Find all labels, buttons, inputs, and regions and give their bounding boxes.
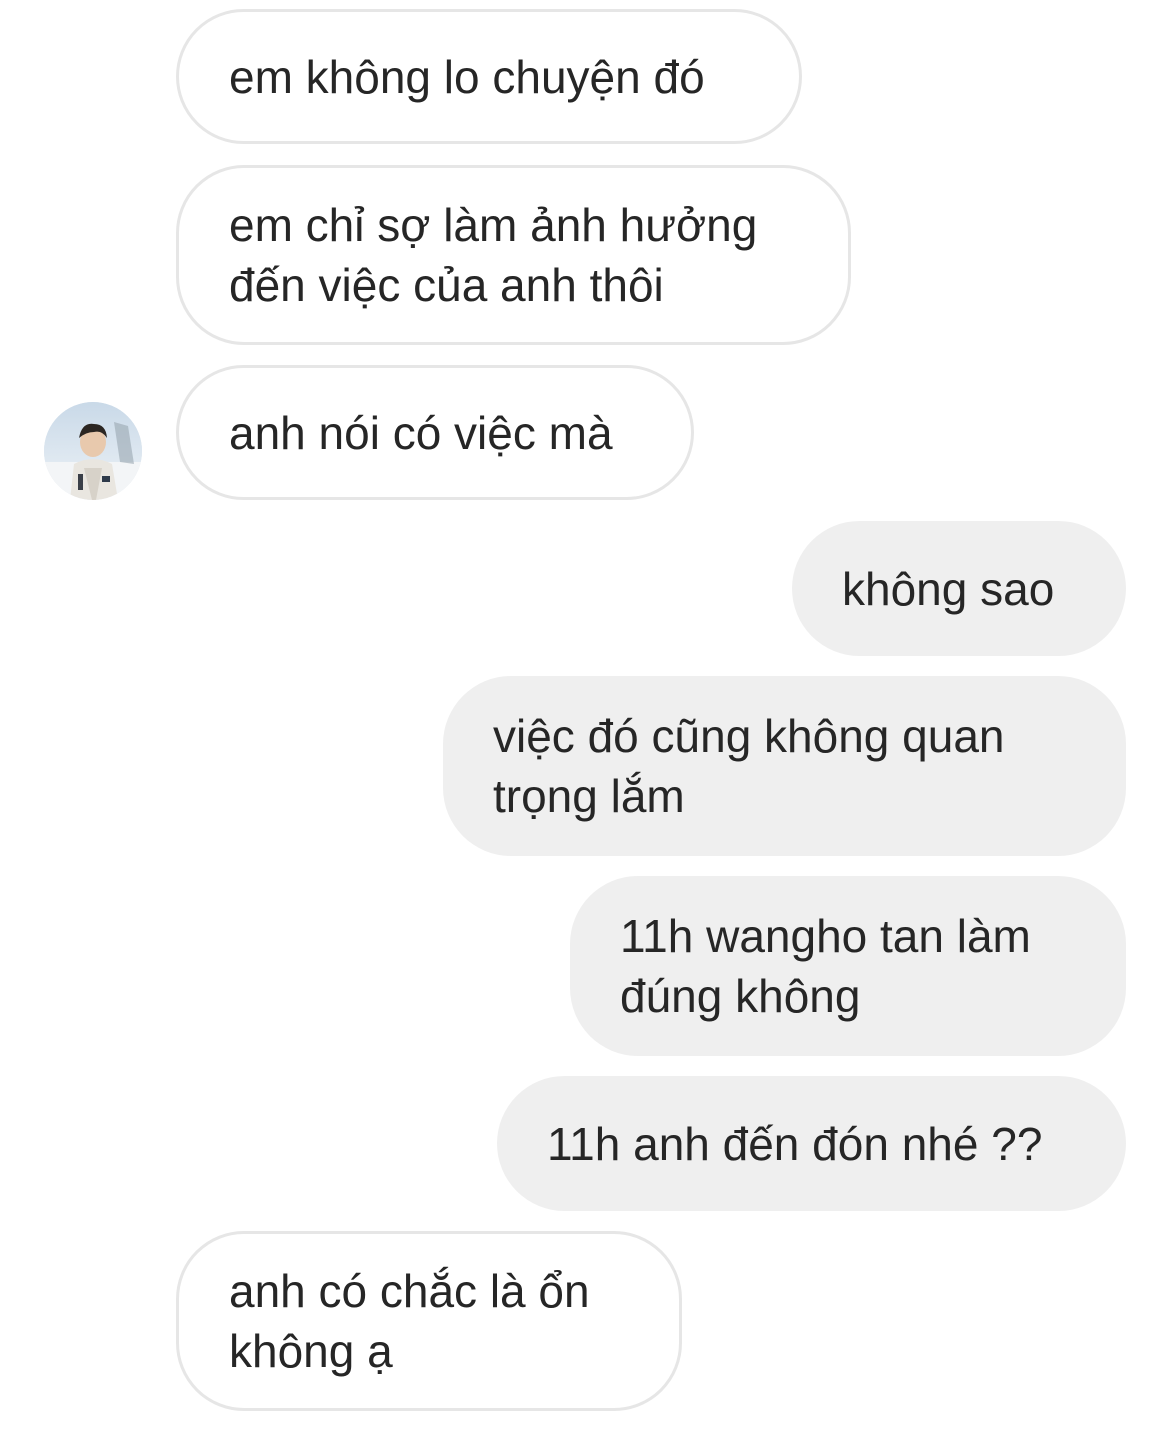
contact-avatar[interactable] (44, 402, 142, 500)
profile-photo-icon (44, 402, 142, 500)
message-text: việc đó cũng không quan trọng lắm (493, 710, 1005, 822)
message-text: anh nói có việc mà (229, 406, 613, 459)
message-bubble-received[interactable]: anh nói có việc mà (176, 365, 694, 500)
message-text: không sao (842, 562, 1055, 615)
message-bubble-received[interactable]: anh có chắc là ổn không ạ (176, 1231, 682, 1411)
message-text: anh có chắc là ổn không ạ (229, 1265, 590, 1377)
message-text: 11h anh đến đón nhé ?? (547, 1117, 1043, 1170)
message-bubble-sent[interactable]: 11h wangho tan làm đúng không (570, 876, 1126, 1056)
message-bubble-received[interactable]: em chỉ sợ làm ảnh hưởng đến việc của anh… (176, 165, 851, 345)
message-bubble-received[interactable]: em không lo chuyện đó (176, 9, 802, 144)
message-bubble-sent[interactable]: việc đó cũng không quan trọng lắm (443, 676, 1126, 856)
message-text: em chỉ sợ làm ảnh hưởng đến việc của anh… (229, 199, 758, 311)
message-text: em không lo chuyện đó (229, 50, 705, 103)
message-bubble-sent[interactable]: 11h anh đến đón nhé ?? (497, 1076, 1126, 1211)
message-bubble-sent[interactable]: không sao (792, 521, 1126, 656)
message-text: 11h wangho tan làm đúng không (620, 910, 1031, 1022)
